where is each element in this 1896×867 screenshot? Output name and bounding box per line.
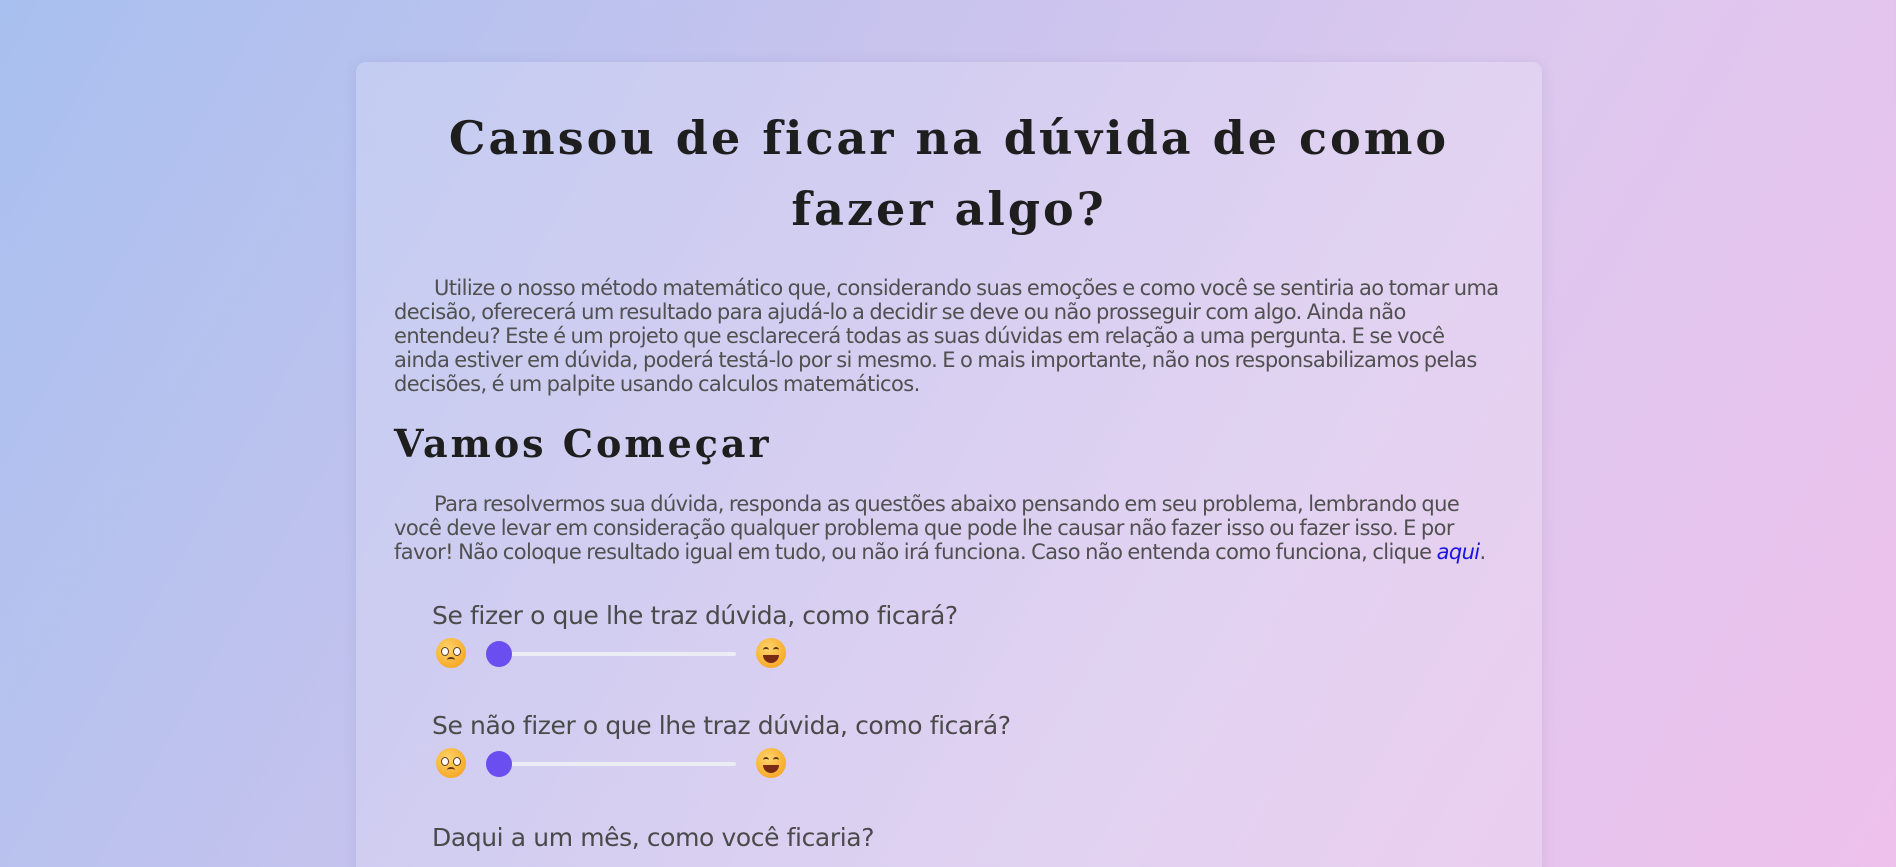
question-3: Daqui a um mês, como você ficaria? bbox=[432, 823, 1504, 853]
question-1: Se fizer o que lhe traz dúvida, como fic… bbox=[432, 601, 1504, 673]
instructions-text: Para resolvermos sua dúvida, responda as… bbox=[394, 492, 1460, 564]
slider-track[interactable] bbox=[486, 652, 736, 656]
section-title: Vamos Começar bbox=[394, 421, 772, 466]
slider-row bbox=[432, 633, 1504, 673]
feeling-slider[interactable] bbox=[486, 751, 736, 777]
question-label: Daqui a um mês, como você ficaria? bbox=[432, 823, 875, 852]
grinning-face-icon bbox=[756, 748, 786, 778]
question-2: Se não fizer o que lhe traz dúvida, como… bbox=[432, 711, 1504, 783]
content-card: Cansou de ficar na dúvida de como fazer … bbox=[356, 62, 1542, 867]
crying-face-icon bbox=[436, 638, 466, 668]
question-label: Se fizer o que lhe traz dúvida, como fic… bbox=[432, 601, 958, 630]
slider-track[interactable] bbox=[486, 762, 736, 766]
slider-thumb[interactable] bbox=[486, 751, 512, 777]
page-title: Cansou de ficar na dúvida de como fazer … bbox=[448, 111, 1450, 236]
feeling-slider[interactable] bbox=[486, 641, 736, 667]
grinning-face-icon bbox=[756, 638, 786, 668]
help-link[interactable]: aqui bbox=[1437, 540, 1481, 564]
slider-thumb[interactable] bbox=[486, 641, 512, 667]
question-label: Se não fizer o que lhe traz dúvida, como… bbox=[432, 711, 1011, 740]
crying-face-icon bbox=[436, 748, 466, 778]
instructions-end: . bbox=[1479, 540, 1487, 564]
instructions-paragraph: Para resolvermos sua dúvida, responda as… bbox=[394, 492, 1504, 564]
intro-paragraph: Utilize o nosso método matemático que, c… bbox=[394, 276, 1499, 396]
slider-row bbox=[432, 743, 1504, 783]
